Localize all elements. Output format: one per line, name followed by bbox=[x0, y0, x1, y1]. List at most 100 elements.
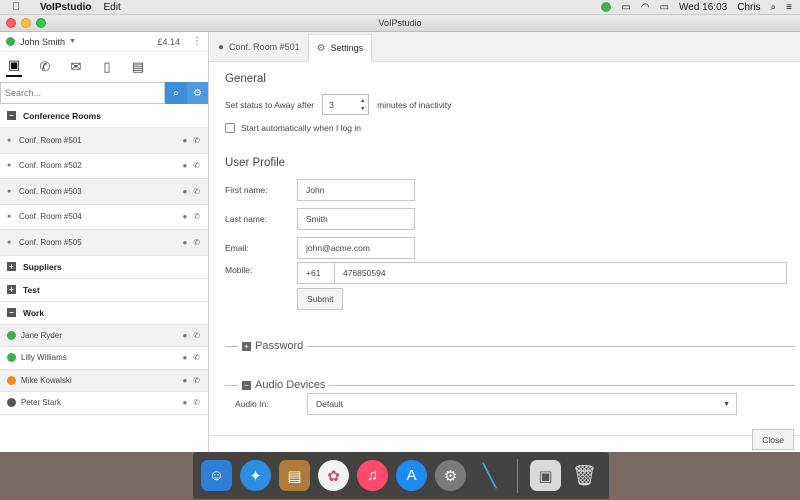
mobile-icon[interactable]: ▯ bbox=[99, 59, 115, 75]
list-item[interactable]: ● Conf. Room #505 ● ✆ bbox=[0, 230, 208, 256]
user-name[interactable]: John Smith bbox=[20, 37, 65, 47]
close-window-button[interactable] bbox=[6, 18, 16, 28]
tab-settings[interactable]: ⚙ Settings bbox=[307, 34, 373, 62]
list-item[interactable]: ● Conf. Room #503 ● ✆ bbox=[0, 179, 208, 205]
app-store-icon[interactable]: A bbox=[396, 460, 427, 491]
finder-icon[interactable]: ☺ bbox=[201, 460, 232, 491]
group-suppliers[interactable]: + Suppliers bbox=[0, 255, 208, 279]
phone-icon[interactable]: ✆ bbox=[193, 331, 200, 340]
dock: ☺ ✦ ▤ ✿ ♫ A ⚙ ╲ ▣ 🗑 bbox=[193, 452, 609, 499]
safari-icon[interactable]: ✦ bbox=[240, 460, 271, 491]
chat-icon[interactable]: ● bbox=[182, 238, 187, 247]
phone-icon[interactable]: ✆ bbox=[193, 187, 200, 196]
user-row[interactable]: John Smith ▼ £4.14 ⋮ bbox=[0, 32, 208, 52]
mobile-number-field[interactable]: 476850594 bbox=[335, 262, 787, 284]
system-preferences-icon[interactable]: ⚙ bbox=[435, 460, 466, 491]
search-icon[interactable]: ⌕ bbox=[771, 2, 777, 13]
photos-icon[interactable]: ✿ bbox=[318, 460, 349, 491]
preview-document-icon[interactable]: ▣ bbox=[530, 460, 561, 491]
airplay-icon[interactable]: ▭ bbox=[621, 2, 630, 13]
apple-menu-icon[interactable]:  bbox=[12, 1, 28, 13]
battery-icon[interactable]: ▭ bbox=[660, 2, 669, 13]
password-section[interactable]: + Password bbox=[225, 340, 795, 352]
voipstudio-icon[interactable]: ╲ bbox=[474, 460, 505, 491]
contact-row[interactable]: Mike Kowalski ● ✆ bbox=[0, 369, 208, 392]
tab-bar: ● Conf. Room #501 ⚙ Settings bbox=[210, 32, 800, 62]
submit-button[interactable]: Submit bbox=[297, 288, 344, 310]
trash-icon[interactable]: 🗑 bbox=[569, 460, 600, 491]
chat-icon[interactable]: ● bbox=[182, 353, 187, 362]
expand-icon[interactable]: + bbox=[7, 285, 16, 294]
edit-menu[interactable]: Edit bbox=[103, 2, 120, 13]
chat-icon[interactable]: ● bbox=[182, 331, 187, 340]
search-button[interactable]: ⌕ bbox=[165, 82, 187, 104]
app-menu[interactable]: VoIPstudio bbox=[40, 2, 91, 13]
phone-icon[interactable]: ✆ bbox=[193, 161, 200, 170]
chat-icon[interactable]: ● bbox=[182, 187, 187, 196]
list-item[interactable]: ● Conf. Room #501 ● ✆ bbox=[0, 128, 208, 154]
chat-bubble-icon: ● bbox=[7, 187, 12, 195]
last-name-field[interactable]: Smith bbox=[297, 207, 415, 230]
account-credit: £4.14 bbox=[157, 36, 180, 47]
email-field[interactable]: john@acme.com bbox=[297, 236, 415, 259]
user-menu[interactable]: Chris bbox=[737, 2, 760, 13]
group-label: Work bbox=[23, 307, 45, 318]
general-heading: General bbox=[225, 73, 266, 85]
list-icon[interactable]: ≡ bbox=[786, 2, 792, 13]
group-conference-rooms[interactable]: − Conference Rooms bbox=[0, 104, 208, 128]
music-icon[interactable]: ♫ bbox=[357, 460, 388, 491]
expand-icon[interactable]: + bbox=[242, 341, 251, 351]
phone-icon[interactable]: ✆ bbox=[193, 136, 200, 145]
item-label: Conf. Room #503 bbox=[19, 186, 82, 196]
collapse-icon[interactable]: − bbox=[7, 111, 16, 120]
audio-in-select[interactable]: Default ▼ bbox=[307, 393, 737, 415]
group-label: Conference Rooms bbox=[23, 110, 101, 121]
contact-row[interactable]: Peter Stark ● ✆ bbox=[0, 392, 208, 415]
phone-icon[interactable]: ✆ bbox=[193, 212, 200, 221]
phone-icon[interactable]: ✆ bbox=[193, 238, 200, 247]
phone-icon[interactable]: ✆ bbox=[37, 59, 53, 75]
minimize-window-button[interactable] bbox=[21, 18, 31, 28]
search-input[interactable] bbox=[0, 82, 165, 104]
more-options-icon[interactable]: ⋮ bbox=[192, 36, 202, 47]
autostart-checkbox[interactable] bbox=[225, 123, 235, 133]
phone-icon[interactable]: ✆ bbox=[193, 353, 200, 362]
wifi-icon[interactable]: ◠ bbox=[641, 2, 650, 13]
dock-separator bbox=[517, 458, 518, 493]
tab-label: Settings bbox=[330, 43, 364, 53]
clock[interactable]: Wed 16:03 bbox=[679, 2, 727, 13]
collapse-icon[interactable]: − bbox=[7, 308, 16, 317]
group-test[interactable]: + Test bbox=[0, 278, 208, 302]
collapse-icon[interactable]: − bbox=[242, 380, 251, 390]
contact-row[interactable]: Lilly Williams ● ✆ bbox=[0, 347, 208, 370]
phone-icon[interactable]: ✆ bbox=[193, 398, 200, 407]
chat-icon[interactable]: ● bbox=[182, 376, 187, 385]
audio-devices-section[interactable]: − Audio Devices bbox=[225, 379, 795, 391]
list-item[interactable]: ● Conf. Room #504 ● ✆ bbox=[0, 205, 208, 230]
fax-icon[interactable]: ▤ bbox=[130, 59, 146, 75]
contacts-icon[interactable]: ▣ bbox=[6, 57, 22, 77]
chat-icon[interactable]: ● bbox=[182, 161, 187, 170]
envelope-icon[interactable]: ✉ bbox=[68, 59, 84, 75]
expand-icon[interactable]: + bbox=[7, 262, 16, 271]
phone-icon[interactable]: ✆ bbox=[193, 376, 200, 385]
group-work[interactable]: − Work bbox=[0, 301, 208, 325]
zoom-window-button[interactable] bbox=[36, 18, 46, 28]
search-settings-button[interactable]: ⚙ bbox=[187, 82, 208, 104]
chat-icon[interactable]: ● bbox=[182, 398, 187, 407]
chat-icon[interactable]: ● bbox=[182, 212, 187, 221]
presence-status-icon[interactable] bbox=[601, 2, 612, 12]
tab-conf-room-501[interactable]: ● Conf. Room #501 bbox=[210, 33, 308, 61]
contact-row[interactable]: Jane Ryder ● ✆ bbox=[0, 324, 208, 347]
mobile-label: Mobile: bbox=[225, 265, 253, 275]
mobile-country-code[interactable]: +61 bbox=[297, 262, 335, 284]
chat-icon[interactable]: ● bbox=[182, 136, 187, 145]
away-minutes-stepper[interactable]: 3 ▲ ▼ bbox=[322, 94, 370, 115]
first-name-field[interactable]: John bbox=[297, 178, 415, 201]
search-row: ⌕ ⚙ bbox=[0, 82, 208, 104]
close-button[interactable]: Close bbox=[752, 429, 794, 450]
list-item[interactable]: ● Conf. Room #502 ● ✆ bbox=[0, 154, 208, 179]
chevron-down-icon[interactable]: ▼ bbox=[69, 38, 76, 45]
stepper-arrows-icon[interactable]: ▲ ▼ bbox=[360, 97, 365, 113]
contacts-book-icon[interactable]: ▤ bbox=[279, 460, 310, 491]
